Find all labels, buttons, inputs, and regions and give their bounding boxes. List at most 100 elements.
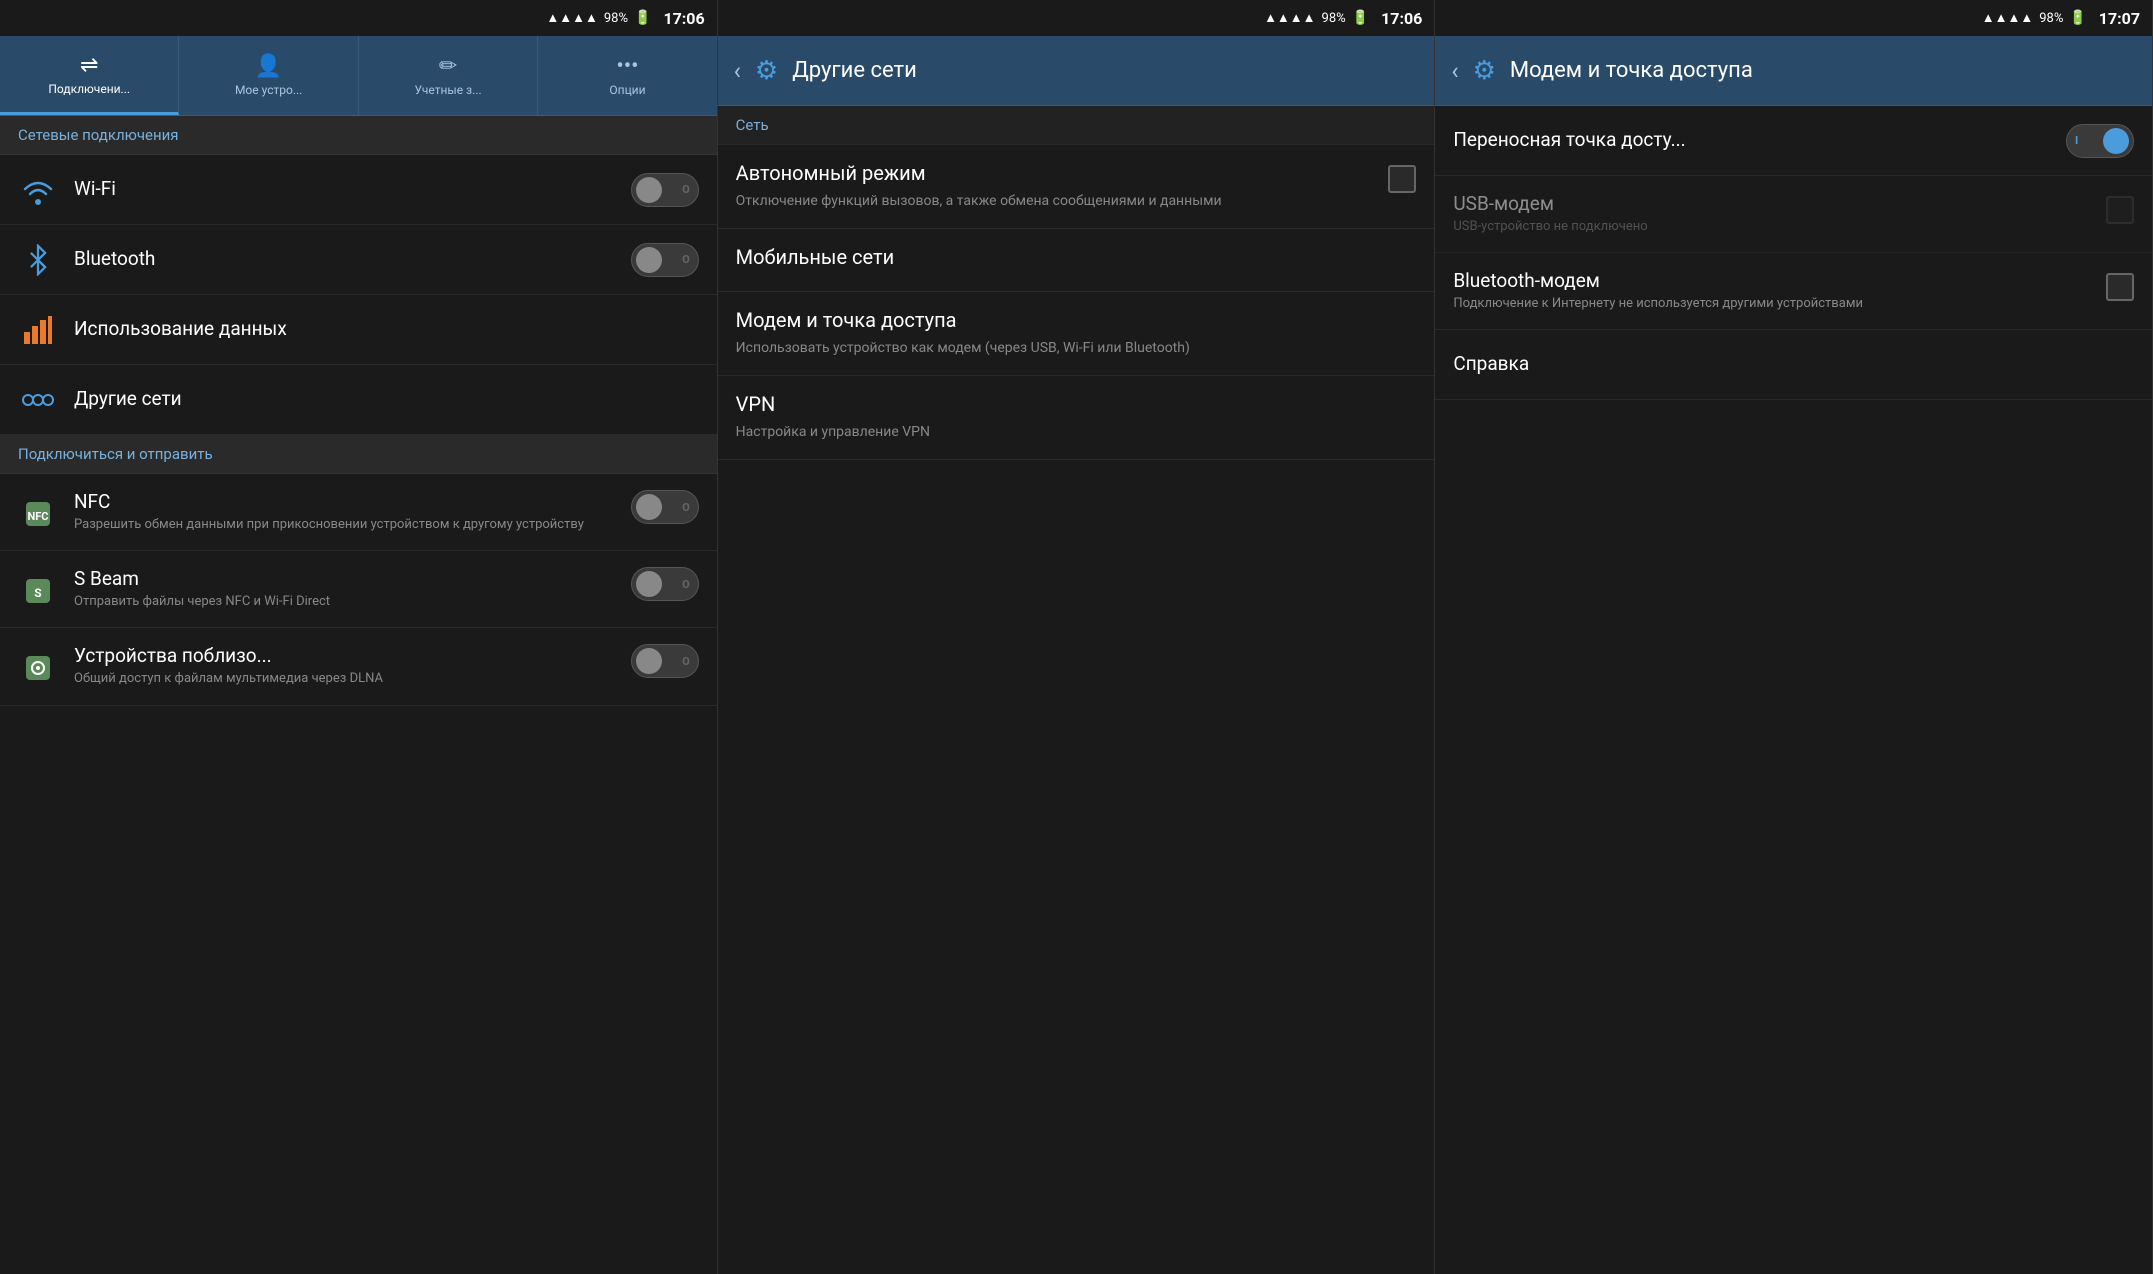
nfc-icon: NFC (18, 494, 58, 534)
setting-nearby-devices[interactable]: Устройства поблизо... Общий доступ к фай… (0, 628, 717, 705)
panel-other-networks: ▲▲▲▲ 98% 🔋 17:06 ‹ ⚙ Другие сети Сеть Ав… (718, 0, 1436, 1274)
bt-modem-checkbox[interactable] (2106, 273, 2134, 301)
setting-bluetooth[interactable]: Bluetooth O (0, 225, 717, 295)
nfc-title: NFC (74, 490, 619, 513)
tab-accounts[interactable]: ✏ Учетные з... (359, 36, 538, 115)
accounts-tab-icon: ✏ (439, 54, 457, 79)
divider-network: Сеть (718, 106, 1435, 145)
options-tab-label: Опции (609, 83, 645, 97)
bluetooth-icon (18, 240, 58, 280)
battery-icon-3: 🔋 (2069, 10, 2086, 26)
mydevice-tab-label: Мое устро... (235, 83, 302, 97)
bt-modem-title: Bluetooth-модем (1453, 269, 2106, 292)
other-nets-text: Другие сети (74, 387, 699, 413)
gear-icon-2: ⚙ (755, 56, 778, 86)
bluetooth-toggle[interactable]: O (631, 243, 699, 277)
setting-sbeam[interactable]: S S Beam Отправить файлы через NFC и Wi-… (0, 551, 717, 628)
battery-icon-2: 🔋 (1352, 10, 1369, 26)
tab-connections[interactable]: ⇌ Подключени... (0, 36, 179, 115)
signal-icon-3: ▲▲▲▲ (1982, 10, 2033, 26)
nfc-toggle[interactable]: O (631, 490, 699, 524)
usb-modem-title: USB-модем (1453, 192, 2106, 215)
wifi-toggle[interactable]: O (631, 173, 699, 207)
status-bar-2: ▲▲▲▲ 98% 🔋 17:06 (718, 0, 1435, 36)
airplane-checkbox[interactable] (1388, 165, 1416, 193)
hotspot-toggle[interactable]: I (2066, 124, 2134, 158)
setting-usb-modem: USB-модем USB-устройство не подключено (1435, 176, 2152, 253)
panel-connections: ▲▲▲▲ 98% 🔋 17:06 ⇌ Подключени... 👤 Мое у… (0, 0, 718, 1274)
sbeam-toggle[interactable]: O (631, 567, 699, 601)
bt-modem-subtitle: Подключение к Интернету не используется … (1453, 295, 2106, 313)
help-text: Справка (1453, 352, 2134, 378)
back-button-2[interactable]: ‹ (734, 57, 741, 85)
mydevice-tab-icon: 👤 (255, 54, 282, 79)
battery-percent-2: 98% (1322, 11, 1346, 26)
nearby-devices-icon (18, 648, 58, 688)
nearby-devices-text: Устройства поблизо... Общий доступ к фай… (74, 644, 619, 688)
setting-modem-hotspot[interactable]: Модем и точка доступа Использовать устро… (718, 292, 1435, 376)
vpn-title: VPN (736, 392, 942, 416)
options-tab-icon: ••• (616, 54, 638, 79)
svg-text:NFC: NFC (28, 510, 49, 523)
other-nets-icon (18, 380, 58, 420)
sbeam-text: S Beam Отправить файлы через NFC и Wi-Fi… (74, 567, 619, 611)
nfc-text: NFC Разрешить обмен данными при прикосно… (74, 490, 619, 534)
nearby-devices-toggle[interactable]: O (631, 644, 699, 678)
status-bar-3: ▲▲▲▲ 98% 🔋 17:07 (1435, 0, 2152, 36)
tab-options[interactable]: ••• Опции (538, 36, 716, 115)
data-usage-icon (18, 310, 58, 350)
help-title: Справка (1453, 352, 2134, 375)
hotspot-title: Переносная точка досту... (1453, 128, 2054, 151)
data-usage-text: Использование данных (74, 317, 699, 343)
setting-help[interactable]: Справка (1435, 330, 2152, 400)
back-button-3[interactable]: ‹ (1451, 57, 1458, 85)
signal-icon-2: ▲▲▲▲ (1264, 10, 1315, 26)
setting-vpn[interactable]: VPN Настройка и управление VPN (718, 376, 1435, 460)
nearby-devices-subtitle: Общий доступ к файлам мультимедиа через … (74, 670, 619, 688)
other-nets-title: Другие сети (74, 387, 699, 410)
tab-mydevice[interactable]: 👤 Мое устро... (179, 36, 358, 115)
settings-list-1: Wi-Fi O Bluetooth (0, 155, 717, 1274)
setting-other-nets[interactable]: Другие сети (0, 365, 717, 435)
connections-tab-label: Подключени... (48, 82, 130, 96)
wifi-text: Wi-Fi (74, 177, 619, 203)
airplane-title: Автономный режим (736, 161, 1234, 185)
sbeam-subtitle: Отправить файлы через NFC и Wi-Fi Direct (74, 593, 619, 611)
time-3: 17:07 (2099, 9, 2140, 28)
battery-icon-1: 🔋 (634, 10, 651, 26)
data-usage-title: Использование данных (74, 317, 699, 340)
setting-bt-modem[interactable]: Bluetooth-модем Подключение к Интернету … (1435, 253, 2152, 330)
modem-hotspot-desc: Использовать устройство как модем (через… (736, 338, 1190, 359)
page-title-3: Модем и точка доступа (1510, 58, 1753, 83)
signal-icon-1: ▲▲▲▲ (546, 10, 597, 26)
settings-list-2: Сеть Автономный режим Отключение функций… (718, 106, 1435, 1274)
bt-modem-text: Bluetooth-модем Подключение к Интернету … (1453, 269, 2106, 313)
battery-percent-1: 98% (604, 11, 628, 26)
setting-mobile-nets[interactable]: Мобильные сети (718, 229, 1435, 292)
usb-modem-text: USB-модем USB-устройство не подключено (1453, 192, 2106, 236)
page-title-2: Другие сети (792, 58, 917, 83)
setting-data-usage[interactable]: Использование данных (0, 295, 717, 365)
setting-hotspot[interactable]: Переносная точка досту... I (1435, 106, 2152, 176)
mobile-nets-title: Мобильные сети (736, 245, 895, 269)
battery-percent-3: 98% (2039, 11, 2063, 26)
nfc-subtitle: Разрешить обмен данными при прикосновени… (74, 516, 619, 534)
svg-text:S: S (34, 586, 41, 600)
panel-modem-hotspot: ▲▲▲▲ 98% 🔋 17:07 ‹ ⚙ Модем и точка досту… (1435, 0, 2153, 1274)
usb-modem-checkbox (2106, 196, 2134, 224)
airplane-desc: Отключение функций вызовов, а также обме… (736, 191, 1222, 212)
setting-airplane[interactable]: Автономный режим Отключение функций вызо… (718, 145, 1435, 229)
usb-modem-subtitle: USB-устройство не подключено (1453, 218, 2106, 236)
setting-nfc[interactable]: NFC NFC Разрешить обмен данными при прик… (0, 474, 717, 551)
nearby-devices-title: Устройства поблизо... (74, 644, 619, 667)
bluetooth-title: Bluetooth (74, 247, 619, 270)
connections-tab-icon: ⇌ (80, 53, 98, 78)
accounts-tab-label: Учетные з... (414, 83, 481, 97)
sbeam-title: S Beam (74, 567, 619, 590)
page-header-3: ‹ ⚙ Модем и точка доступа (1435, 36, 2152, 106)
wifi-title: Wi-Fi (74, 177, 619, 200)
page-header-2: ‹ ⚙ Другие сети (718, 36, 1435, 106)
setting-wifi[interactable]: Wi-Fi O (0, 155, 717, 225)
wifi-icon (18, 170, 58, 210)
bluetooth-text: Bluetooth (74, 247, 619, 273)
